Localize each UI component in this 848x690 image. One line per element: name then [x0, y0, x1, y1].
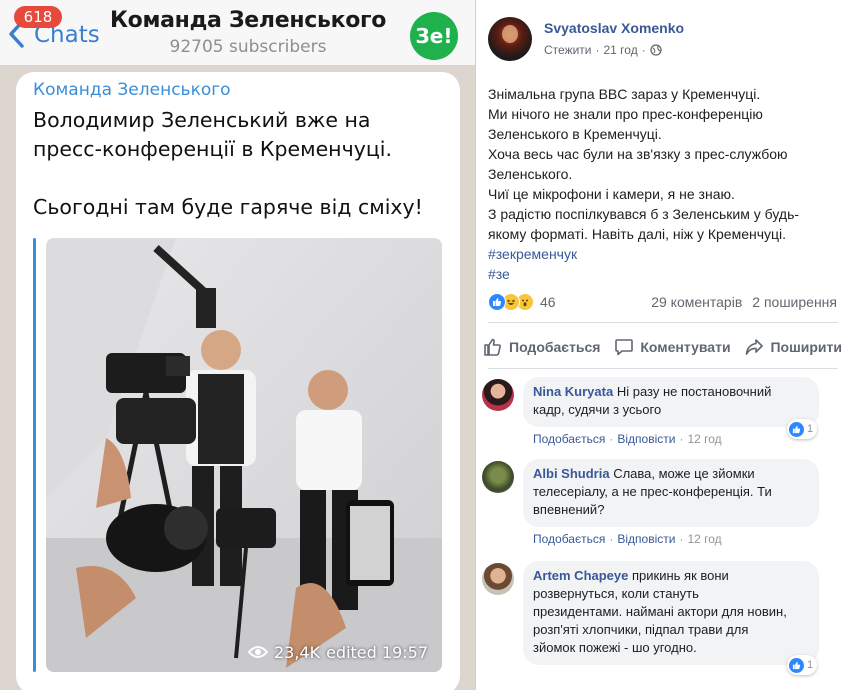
telegram-header: Chats 618 Команда Зеленського 92705 subs… [0, 0, 475, 66]
comment-text: кадр, судячи з усього [533, 402, 662, 417]
comment-like-count: 1 [807, 423, 814, 435]
comment-time[interactable]: 12 год [687, 532, 721, 546]
reaction-count: 46 [540, 294, 556, 310]
post-meta: Стежити · 21 год · [544, 43, 662, 57]
subscriber-count: 92705 subscribers [169, 37, 327, 57]
like-reaction-icon [789, 421, 804, 437]
comment-reactions[interactable]: 1 [787, 419, 818, 439]
comment-reply-link[interactable]: Відповісти [617, 432, 675, 446]
comment-text: розвернуться, коли стануть [533, 586, 699, 601]
message-author[interactable]: Команда Зеленського [33, 80, 231, 100]
post-line: Ми нічого не знали про прес-конференцію [488, 106, 763, 122]
view-count: 23,4K [273, 642, 321, 662]
post-line: Чиї це мікрофони і камери, я не знаю. [488, 186, 735, 202]
facebook-post: Svyatoslav Xomenko Стежити · 21 год · Зн… [477, 0, 848, 690]
comment-like-link[interactable]: Подобається [533, 532, 605, 546]
thumbs-up-icon [484, 338, 501, 356]
message-bubble: Команда Зеленського Володимир Зеленський… [16, 72, 460, 690]
channel-title[interactable]: Команда Зеленського [108, 8, 388, 33]
channel-avatar[interactable]: Зе! [410, 12, 458, 60]
comment-text: Слава, може це зйомки [613, 466, 755, 481]
post-line: З радістю поспілкувався б з Зеленським у… [488, 206, 800, 222]
divider [488, 322, 838, 323]
like-reaction-icon [488, 293, 506, 311]
post-line: Зеленського в Кременчуці. [488, 126, 662, 142]
meta-separator: · [595, 43, 600, 57]
edited-time: edited 19:57 [326, 642, 428, 662]
share-button[interactable]: Поширити [744, 330, 842, 364]
unread-badge: 618 [14, 6, 62, 28]
comment-like-count: 1 [807, 659, 814, 671]
comment-actions: Подобається · Відповісти · 12 год [533, 432, 722, 446]
comment-label: Коментувати [640, 339, 731, 355]
reaction-summary[interactable]: 46 [488, 292, 556, 312]
separator: · [609, 532, 614, 546]
comment-text: президентами. наймані актори для новин, [533, 604, 787, 619]
separator: · [609, 432, 614, 446]
globe-icon [650, 44, 662, 56]
post-body: Знімальна група BBC зараз у Кременчуці. … [488, 84, 838, 284]
share-label: Поширити [770, 339, 842, 355]
commenter-avatar[interactable] [482, 379, 514, 411]
message-line: пресс-конференції в Кременчуці. [33, 137, 392, 161]
shares-count[interactable]: 2 поширення [752, 294, 837, 310]
follow-link[interactable]: Стежити [544, 43, 592, 57]
commenter-avatar[interactable] [482, 563, 514, 595]
quote-bar [33, 238, 36, 672]
hashtag-link[interactable]: #зекременчук [488, 244, 838, 264]
telegram-panel: Chats 618 Команда Зеленського 92705 subs… [0, 0, 476, 690]
post-line: Знімальна група BBC зараз у Кременчуці. [488, 86, 761, 102]
commenter-avatar[interactable] [482, 461, 514, 493]
comment-reactions[interactable]: 1 [787, 655, 818, 675]
comment-button[interactable]: Коментувати [614, 330, 731, 364]
separator: · [679, 432, 684, 446]
post-line: якому форматі. Навіть далі, ніж у Кремен… [488, 226, 787, 242]
message-photo[interactable]: 23,4K edited 19:57 [46, 238, 442, 672]
comment-text: впевнений? [533, 502, 605, 517]
hashtag-link[interactable]: #зе [488, 264, 838, 284]
message-meta: 23,4K edited 19:57 [244, 640, 432, 664]
author-avatar[interactable] [488, 17, 532, 61]
comment-bubble: Artem Chapeye прикинь як вони розвернуть… [523, 561, 819, 665]
comment-text: зйомок пожежі - шо угодно. [533, 640, 697, 655]
comment-bubble: Albi Shudria Слава, може це зйомки телес… [523, 459, 819, 527]
comment-bubble: Nina Kuryata Ні разу не постановочний ка… [523, 377, 819, 427]
message-text: Володимир Зеленський вже на пресс-конфер… [33, 106, 453, 222]
comment-text: телесеріалу, а не прес-конференція. Ти [533, 484, 772, 499]
post-time[interactable]: 21 год [604, 43, 638, 57]
press-conference-photo [46, 238, 442, 672]
meta-separator: · [641, 43, 646, 57]
post-stats: 29 коментарів 2 поширення [651, 294, 837, 310]
like-reaction-icon [789, 657, 804, 673]
comment-icon [615, 339, 634, 356]
comment-actions: Подобається · Відповісти · 12 год [533, 532, 722, 546]
comment-reply-link[interactable]: Відповісти [617, 532, 675, 546]
comments-count[interactable]: 29 коментарів [651, 294, 742, 310]
post-author[interactable]: Svyatoslav Xomenko [544, 20, 684, 36]
comment-time[interactable]: 12 год [687, 432, 721, 446]
share-icon [746, 339, 764, 355]
like-button[interactable]: Подобається [483, 330, 600, 364]
eye-icon [247, 646, 268, 658]
comment-author[interactable]: Albi Shudria [533, 466, 610, 481]
separator: · [679, 532, 684, 546]
comment-text: прикинь як вони [632, 568, 729, 583]
comment-author[interactable]: Artem Chapeye [533, 568, 628, 583]
comment-author[interactable]: Nina Kuryata [533, 384, 613, 399]
post-actions: Подобається Коментувати Поширити [477, 330, 848, 364]
divider [488, 368, 838, 369]
post-line: Зеленського. [488, 166, 573, 182]
like-label: Подобається [509, 339, 601, 355]
message-line: Сьогодні там буде гаряче від сміху! [33, 195, 423, 219]
post-line: Хоча весь час були на зв'язку з прес-слу… [488, 146, 788, 162]
comment-like-link[interactable]: Подобається [533, 432, 605, 446]
comment-text: Ні разу не постановочний [616, 384, 772, 399]
comment-text: розп'яті хлопчики, підпал трави для [533, 622, 749, 637]
message-line: Володимир Зеленський вже на [33, 108, 371, 132]
